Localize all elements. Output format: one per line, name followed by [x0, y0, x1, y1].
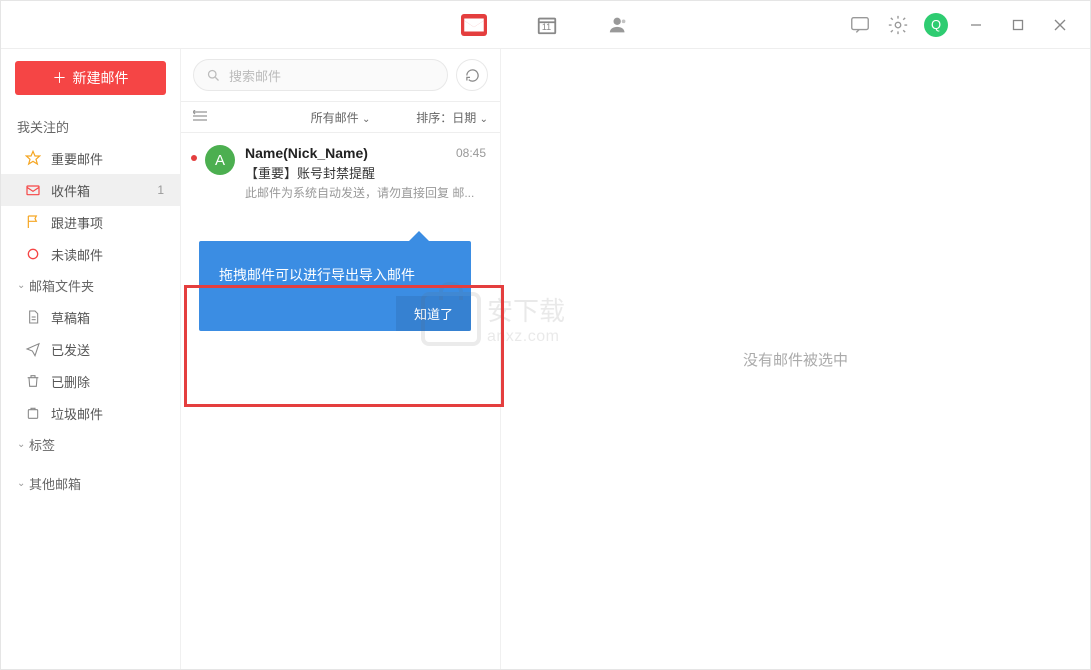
feedback-icon[interactable]: [848, 13, 872, 37]
title-bar: 11 Q: [1, 1, 1090, 49]
star-icon: [25, 150, 41, 166]
chevron-down-icon: ⌄: [480, 114, 488, 125]
folder-trash[interactable]: 已删除: [1, 365, 180, 397]
search-icon: [206, 68, 221, 83]
folder-label: 垃圾邮件: [51, 404, 103, 423]
folder-badge: 1: [157, 183, 164, 197]
compose-label: 新建邮件: [73, 68, 129, 88]
contacts-icon[interactable]: [607, 13, 631, 37]
minimize-button[interactable]: [962, 11, 990, 39]
mail-detail-empty: 没有邮件被选中: [501, 49, 1090, 669]
calendar-icon[interactable]: 11: [535, 13, 559, 37]
folder-unread[interactable]: 未读邮件: [1, 238, 180, 270]
mail-time: 08:45: [456, 146, 486, 160]
folder-label: 已发送: [51, 340, 90, 359]
folder-label: 已删除: [51, 372, 90, 391]
folder-label: 草稿箱: [51, 308, 90, 327]
draft-icon: [25, 309, 41, 325]
chevron-down-icon: ⌄: [17, 478, 27, 489]
calendar-day: 11: [542, 22, 551, 32]
search-placeholder: 搜索邮件: [229, 66, 281, 85]
compose-button[interactable]: ＋ 新建邮件: [15, 61, 166, 95]
tooltip-ok-button[interactable]: 知道了: [396, 296, 471, 331]
folder-drafts[interactable]: 草稿箱: [1, 301, 180, 333]
mail-list-panel: 搜索邮件 所有邮件 ⌄ 排序：日期 ⌄ A Name(Nick_Name) 08…: [181, 49, 501, 669]
filter-all[interactable]: 所有邮件 ⌄: [311, 109, 371, 126]
folder-important[interactable]: 重要邮件: [1, 142, 180, 174]
folder-label: 跟进事项: [51, 213, 103, 232]
close-button[interactable]: [1046, 11, 1074, 39]
settings-icon[interactable]: [886, 13, 910, 37]
chevron-down-icon: ⌄: [17, 439, 27, 450]
sender-avatar: A: [205, 145, 235, 175]
mail-item[interactable]: A Name(Nick_Name) 08:45 【重要】账号封禁提醒 此邮件为系…: [181, 133, 500, 213]
tooltip-text: 拖拽邮件可以进行导出导入邮件: [219, 267, 415, 283]
search-input[interactable]: 搜索邮件: [193, 59, 448, 91]
circle-icon: [25, 246, 41, 262]
section-tags[interactable]: ⌄ 标签: [1, 429, 180, 460]
folder-label: 收件箱: [51, 181, 90, 200]
trash-icon: [25, 373, 41, 389]
refresh-button[interactable]: [456, 59, 488, 91]
sidebar: ＋ 新建邮件 我关注的 重要邮件 收件箱 1 跟进事项 未读邮件 ⌄ 邮箱文件夹…: [1, 49, 181, 669]
folder-spam[interactable]: 垃圾邮件: [1, 397, 180, 429]
collapse-icon[interactable]: [193, 110, 211, 125]
folder-sent[interactable]: 已发送: [1, 333, 180, 365]
folder-label: 重要邮件: [51, 149, 103, 168]
sort-dropdown[interactable]: 排序：日期 ⌄: [416, 109, 488, 126]
spam-icon: [25, 405, 41, 421]
section-other-mailboxes[interactable]: ⌄ 其他邮箱: [1, 468, 180, 499]
inbox-icon: [25, 182, 41, 198]
sent-icon: [25, 341, 41, 357]
mail-sender: Name(Nick_Name): [245, 145, 368, 161]
section-focus: 我关注的: [1, 111, 180, 142]
tutorial-tooltip: 拖拽邮件可以进行导出导入邮件 知道了: [199, 241, 471, 331]
mail-subject: 【重要】账号封禁提醒: [245, 163, 486, 182]
folder-label: 未读邮件: [51, 245, 103, 264]
section-folders[interactable]: ⌄ 邮箱文件夹: [1, 270, 180, 301]
user-avatar[interactable]: Q: [924, 13, 948, 37]
chevron-down-icon: ⌄: [17, 280, 27, 291]
flag-icon: [25, 214, 41, 230]
folder-inbox[interactable]: 收件箱 1: [1, 174, 180, 206]
mail-app-icon[interactable]: [461, 14, 487, 36]
unread-dot-icon: [191, 155, 197, 161]
folder-followup[interactable]: 跟进事项: [1, 206, 180, 238]
maximize-button[interactable]: [1004, 11, 1032, 39]
chevron-down-icon: ⌄: [362, 114, 370, 125]
plus-icon: ＋: [53, 68, 67, 88]
mail-snippet: 此邮件为系统自动发送，请勿直接回复 邮...: [245, 184, 486, 201]
empty-message: 没有邮件被选中: [743, 349, 848, 370]
